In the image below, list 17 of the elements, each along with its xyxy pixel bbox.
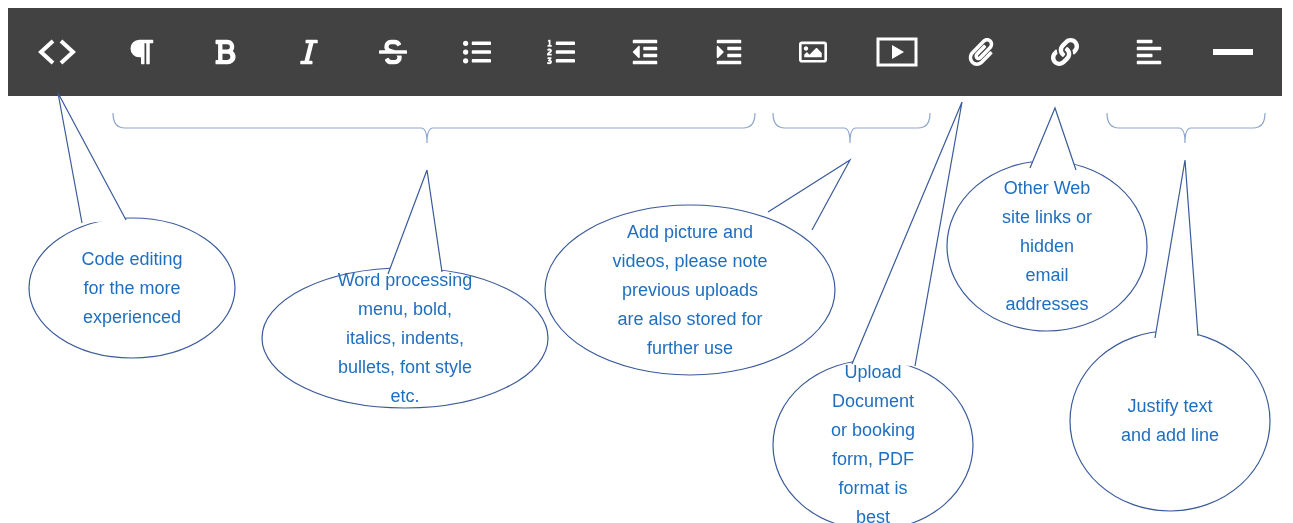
paragraph-icon	[127, 38, 155, 66]
align-left-icon	[1135, 38, 1163, 66]
callout-text: Upload Document or booking form, PDF format is best	[830, 361, 916, 523]
callout-text: Justify text and add line	[1120, 395, 1220, 447]
video-icon	[876, 37, 918, 67]
callout-text: Code editing for the more experienced	[81, 247, 183, 329]
indent-icon	[715, 38, 743, 66]
callout-text: Other Web site links or hidden email addresses	[1002, 176, 1092, 316]
link-icon	[1051, 38, 1079, 66]
outdent-icon	[631, 38, 659, 66]
callout-text: Add picture and videos, please note previous uploads are also stored for further use	[612, 220, 768, 360]
bullet-list-icon	[463, 38, 491, 66]
strikethrough-icon	[379, 38, 407, 66]
paperclip-icon	[967, 38, 995, 66]
code-icon	[37, 38, 77, 66]
numbered-list-icon	[547, 38, 575, 66]
callout-text: Word processing menu, bold, italics, indents, bullets, font style etc.	[337, 268, 473, 408]
